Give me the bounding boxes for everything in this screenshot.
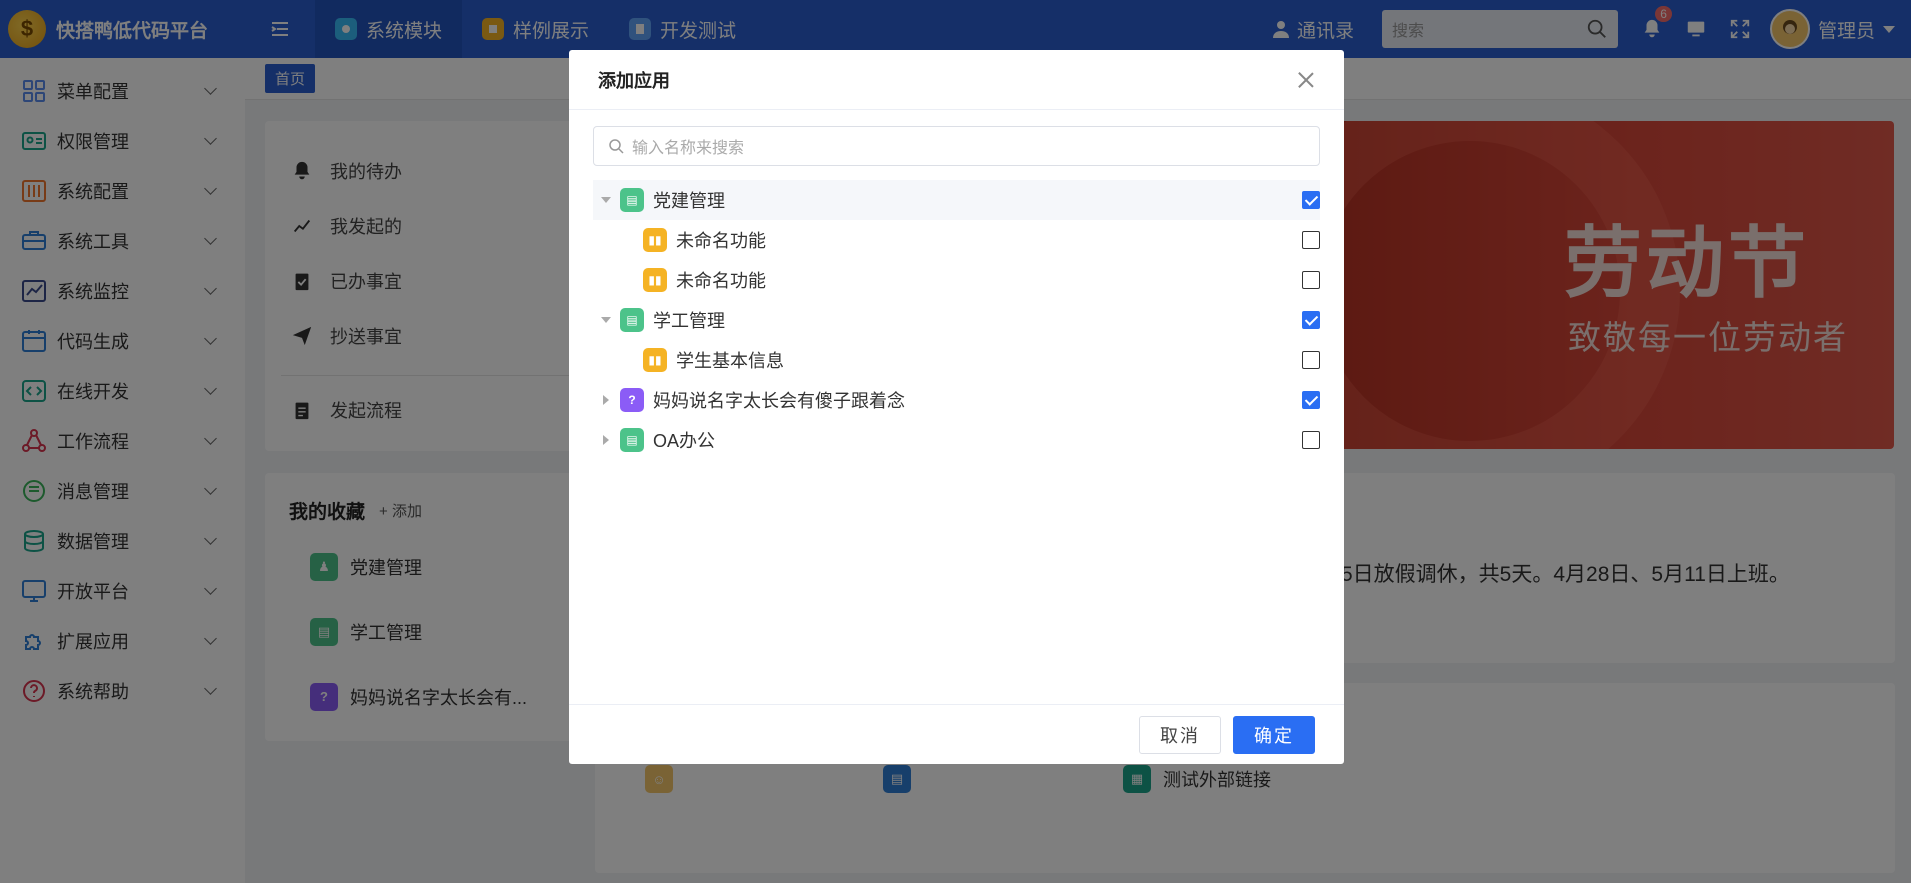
app-icon: ▤: [620, 188, 644, 212]
app-icon: ▮▮: [643, 228, 667, 252]
dialog-title: 添加应用: [598, 70, 670, 91]
app-icon: ?: [620, 388, 644, 412]
app-icon: ▮▮: [643, 348, 667, 372]
caret-right-icon[interactable]: [603, 395, 609, 405]
tree-node-label: 妈妈说名字太长会有傻子跟着念: [653, 391, 905, 411]
tree-node-label: 未命名功能: [676, 271, 766, 291]
tree-node-label: 学工管理: [653, 311, 725, 331]
tree-checkbox[interactable]: [1302, 351, 1320, 369]
close-icon[interactable]: [1297, 71, 1315, 89]
caret-down-icon[interactable]: [601, 197, 611, 203]
app-icon: ▤: [620, 308, 644, 332]
tree-node[interactable]: ▤ 党建管理: [593, 180, 1320, 220]
tree-node-label: 未命名功能: [676, 231, 766, 251]
cancel-button[interactable]: 取消: [1139, 715, 1221, 754]
tree-node-label: OA办公: [653, 431, 716, 451]
tree-checkbox[interactable]: [1302, 311, 1320, 329]
app-tree: ▤ 党建管理 ▮▮ 未命名功能 ▮▮ 未命名功能 ▤ 学工管理 ▮▮ 学生基本信息? 妈妈说名字太长…: [569, 180, 1344, 460]
tree-node[interactable]: ▮▮ 学生基本信息: [593, 340, 1320, 380]
app-icon: ▤: [620, 428, 644, 452]
app-search-input[interactable]: 输入名称来搜索: [593, 126, 1320, 166]
add-app-dialog: 添加应用 输入名称来搜索 ▤ 党建管理 ▮▮ 未命名功能 ▮▮ 未命名功能 ▤ 学工管理 ▮▮ 学…: [569, 50, 1344, 764]
tree-checkbox[interactable]: [1302, 271, 1320, 289]
tree-node[interactable]: ▮▮ 未命名功能: [593, 260, 1320, 300]
caret-down-icon[interactable]: [601, 317, 611, 323]
tree-node[interactable]: ▤ 学工管理: [593, 300, 1320, 340]
tree-node[interactable]: ▮▮ 未命名功能: [593, 220, 1320, 260]
tree-node-label: 党建管理: [653, 191, 725, 211]
search-icon: [609, 139, 624, 154]
confirm-button[interactable]: 确定: [1233, 715, 1315, 754]
search-placeholder: 输入名称来搜索: [632, 140, 745, 157]
tree-checkbox[interactable]: [1302, 391, 1320, 409]
tree-node-label: 学生基本信息: [676, 351, 784, 371]
tree-node[interactable]: ? 妈妈说名字太长会有傻子跟着念: [593, 380, 1320, 420]
tree-checkbox[interactable]: [1302, 431, 1320, 449]
tree-checkbox[interactable]: [1302, 191, 1320, 209]
caret-right-icon[interactable]: [603, 435, 609, 445]
tree-node[interactable]: ▤ OA办公: [593, 420, 1320, 460]
tree-checkbox[interactable]: [1302, 231, 1320, 249]
app-icon: ▮▮: [643, 268, 667, 292]
